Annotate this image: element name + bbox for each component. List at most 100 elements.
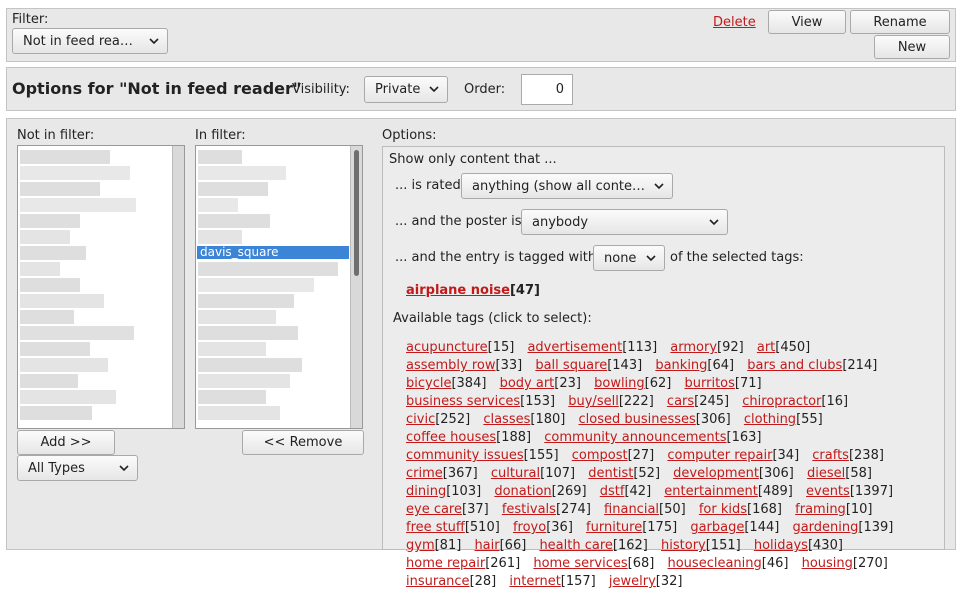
tag-name[interactable]: buy/sell [568,394,619,409]
tag-link[interactable]: closed businesses[306] [578,411,730,429]
tag-name[interactable]: free stuff [406,520,465,535]
tag-name[interactable]: furniture [586,520,642,535]
visibility-select[interactable]: Private [364,76,448,103]
tag-name[interactable]: cultural [491,466,540,481]
tag-name[interactable]: assembly row [406,358,496,373]
tag-link[interactable]: eye care[37] [406,501,489,519]
tag-name[interactable]: garbage [690,520,744,535]
tag-name[interactable]: froyo [513,520,546,535]
tag-link[interactable]: clothing[55] [744,411,823,429]
tag-link[interactable]: garbage[144] [690,519,779,537]
tag-link[interactable]: hair[66] [474,537,526,555]
rated-select[interactable]: anything (show all content) [461,173,673,199]
tag-link[interactable]: cultural[107] [491,465,575,483]
scrollbar-thumb[interactable] [354,150,359,276]
tag-name[interactable]: civic [406,412,435,427]
scrollbar[interactable] [350,146,362,428]
tag-name[interactable]: diesel [807,466,845,481]
tag-link[interactable]: free stuff[510] [406,519,500,537]
tag-link[interactable]: ball square[143] [535,357,642,375]
poster-select[interactable]: anybody [521,209,728,235]
tag-link[interactable]: armory[92] [670,339,743,357]
not-in-filter-listbox[interactable] [17,145,185,429]
tagged-select[interactable]: none [593,245,665,271]
tag-link[interactable]: acupuncture[15] [406,339,514,357]
tag-link[interactable]: bowling[62] [594,375,671,393]
tag-name[interactable]: home services [533,556,627,571]
tag-link[interactable]: furniture[175] [586,519,677,537]
tag-name[interactable]: coffee houses [406,430,496,445]
tag-name[interactable]: financial [604,502,659,517]
tag-name[interactable]: cars [667,394,694,409]
tag-name[interactable]: housecleaning [667,556,761,571]
rename-button[interactable]: Rename [850,10,950,34]
tag-link[interactable]: community issues[155] [406,447,559,465]
delete-link[interactable]: Delete [713,15,756,30]
tag-name[interactable]: body art [500,376,555,391]
tag-link[interactable]: burritos[71] [685,375,762,393]
tag-name[interactable]: burritos [685,376,735,391]
tag-link[interactable]: insurance[28] [406,573,496,591]
tag-link[interactable]: financial[50] [604,501,686,519]
tag-name[interactable]: framing [795,502,846,517]
tag-link[interactable]: bicycle[384] [406,375,486,393]
scrollbar[interactable] [172,146,184,428]
tag-name[interactable]: entertainment [664,484,758,499]
tag-link[interactable]: development[306] [673,465,794,483]
tag-link[interactable]: bars and clubs[214] [747,357,877,375]
tag-link[interactable]: diesel[58] [807,465,872,483]
tag-link[interactable]: body art[23] [500,375,581,393]
tag-link[interactable]: entertainment[489] [664,483,793,501]
tag-name[interactable]: events [806,484,850,499]
tag-link[interactable]: cars[245] [667,393,729,411]
tag-link[interactable]: for kids[168] [699,501,782,519]
tag-link[interactable]: gardening[139] [792,519,893,537]
add-button[interactable]: Add >> [17,430,115,455]
remove-button[interactable]: << Remove [242,430,364,455]
tag-link[interactable]: classes[180] [483,411,565,429]
tag-name[interactable]: dining [406,484,446,499]
tag-link[interactable]: holidays[430] [754,537,843,555]
tag-link[interactable]: events[1397] [806,483,893,501]
tag-name[interactable]: bowling [594,376,645,391]
tag-name[interactable]: donation [494,484,551,499]
tag-name[interactable]: acupuncture [406,340,488,355]
tag-name[interactable]: business services [406,394,520,409]
tag-name[interactable]: banking [655,358,707,373]
tag-name[interactable]: chiropractor [742,394,821,409]
selected-tag[interactable]: airplane noise[47] [406,283,540,298]
tag-name[interactable]: housing [802,556,853,571]
tag-link[interactable]: health care[162] [539,537,647,555]
tag-name[interactable]: dstf [600,484,625,499]
tag-name[interactable]: for kids [699,502,747,517]
tag-link[interactable]: home repair[261] [406,555,520,573]
tag-name[interactable]: bicycle [406,376,451,391]
tag-name[interactable]: computer repair [667,448,772,463]
selected-tag-name[interactable]: airplane noise [406,283,510,298]
tag-name[interactable]: dentist [588,466,633,481]
tag-link[interactable]: coffee houses[188] [406,429,531,447]
type-select[interactable]: All Types [17,455,138,481]
filter-select[interactable]: Not in feed reader [12,28,168,54]
tag-name[interactable]: compost [572,448,628,463]
tag-link[interactable]: assembly row[33] [406,357,522,375]
view-button[interactable]: View [768,10,846,34]
tag-link[interactable]: housecleaning[46] [667,555,788,573]
tag-link[interactable]: chiropractor[16] [742,393,848,411]
in-filter-listbox[interactable]: davis_square [195,145,363,429]
tag-name[interactable]: community announcements [544,430,726,445]
order-input[interactable] [521,74,573,105]
tag-name[interactable]: advertisement [527,340,622,355]
new-button[interactable]: New [874,35,950,59]
tag-name[interactable]: closed businesses [578,412,695,427]
tag-link[interactable]: civic[252] [406,411,470,429]
tag-link[interactable]: compost[27] [572,447,655,465]
tag-link[interactable]: festivals[274] [502,501,591,519]
tag-name[interactable]: development [673,466,759,481]
tag-link[interactable]: art[450] [757,339,810,357]
tag-link[interactable]: jewelry[32] [609,573,683,591]
tag-name[interactable]: home repair [406,556,485,571]
tag-link[interactable]: dentist[52] [588,465,660,483]
tag-name[interactable]: eye care [406,502,462,517]
tag-link[interactable]: framing[10] [795,501,872,519]
